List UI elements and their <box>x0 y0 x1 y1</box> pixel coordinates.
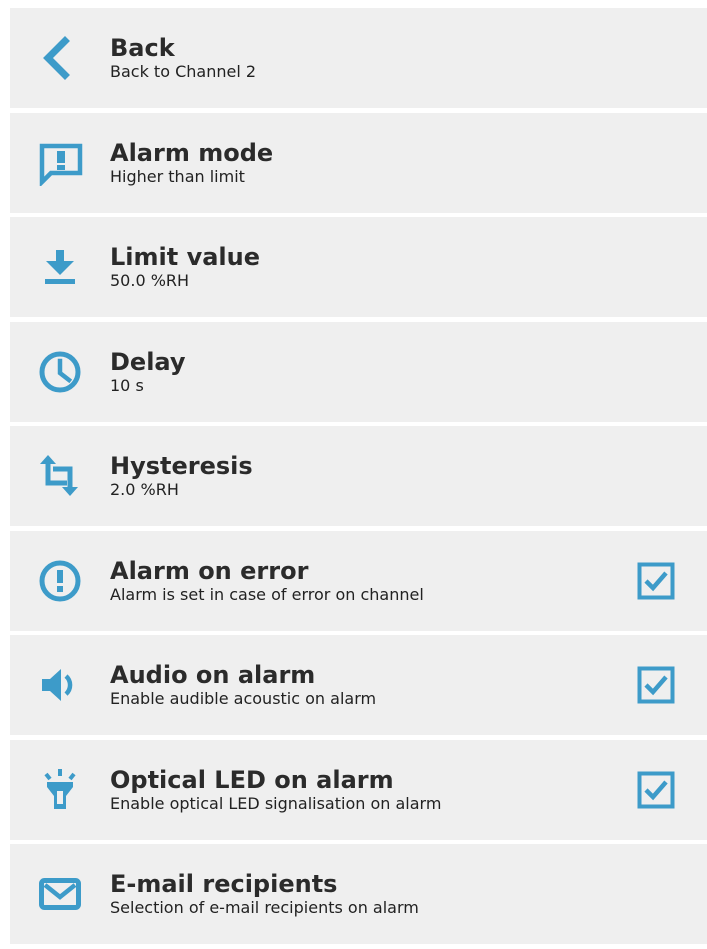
item-subtitle: Selection of e-mail recipients on alarm <box>110 898 419 917</box>
item-title: Alarm mode <box>110 138 274 167</box>
menu-item-alarm-on-error[interactable]: Alarm on error Alarm is set in case of e… <box>10 530 707 631</box>
item-title: Alarm on error <box>110 556 309 585</box>
crop-arrows-icon <box>37 453 83 499</box>
exclamation-circle-icon <box>37 558 83 604</box>
item-subtitle: Higher than limit <box>110 166 245 186</box>
speaker-icon <box>37 662 83 708</box>
item-subtitle: 10 s <box>110 375 144 395</box>
audio-on-alarm-checkbox[interactable] <box>637 666 675 704</box>
envelope-icon <box>37 871 83 917</box>
item-subtitle: 50.0 %RH <box>110 271 190 290</box>
item-title: Limit value <box>110 243 261 271</box>
led-light-icon <box>37 767 83 813</box>
alert-bubble-icon <box>37 140 83 186</box>
settings-menu: Back Back to Channel 2 Alarm mode Higher… <box>10 8 707 949</box>
alarm-on-error-checkbox[interactable] <box>637 562 675 600</box>
item-subtitle: Alarm is set in case of error on channel <box>110 584 424 604</box>
item-title: Delay <box>110 347 186 376</box>
chevron-left-icon <box>37 35 83 81</box>
clock-icon <box>37 349 83 395</box>
item-subtitle: Enable optical LED signalisation on alar… <box>110 793 442 813</box>
item-subtitle: Back to Channel 2 <box>110 62 257 81</box>
menu-item-email-recipients[interactable]: E-mail recipients Selection of e-mail re… <box>10 844 707 944</box>
item-title: Back <box>110 34 175 62</box>
checkbox-checked-icon <box>637 771 675 808</box>
item-title: Optical LED on alarm <box>110 765 394 794</box>
item-subtitle: 2.0 %RH <box>110 480 179 499</box>
menu-item-optical-led-on-alarm[interactable]: Optical LED on alarm Enable optical LED … <box>10 739 707 840</box>
menu-item-hysteresis[interactable]: Hysteresis 2.0 %RH <box>10 426 707 526</box>
menu-item-limit-value[interactable]: Limit value 50.0 %RH <box>10 217 707 317</box>
menu-item-delay[interactable]: Delay 10 s <box>10 321 707 422</box>
item-title: E-mail recipients <box>110 870 338 898</box>
menu-item-audio-on-alarm[interactable]: Audio on alarm Enable audible acoustic o… <box>10 635 707 735</box>
item-title: Audio on alarm <box>110 661 316 689</box>
download-arrow-icon <box>37 244 83 290</box>
checkbox-checked-icon <box>637 562 675 599</box>
menu-item-alarm-mode[interactable]: Alarm mode Higher than limit <box>10 112 707 213</box>
item-subtitle: Enable audible acoustic on alarm <box>110 689 377 708</box>
item-title: Hysteresis <box>110 452 253 480</box>
optical-led-on-alarm-checkbox[interactable] <box>637 771 675 809</box>
checkbox-checked-icon <box>637 666 675 704</box>
menu-item-back[interactable]: Back Back to Channel 2 <box>10 8 707 108</box>
